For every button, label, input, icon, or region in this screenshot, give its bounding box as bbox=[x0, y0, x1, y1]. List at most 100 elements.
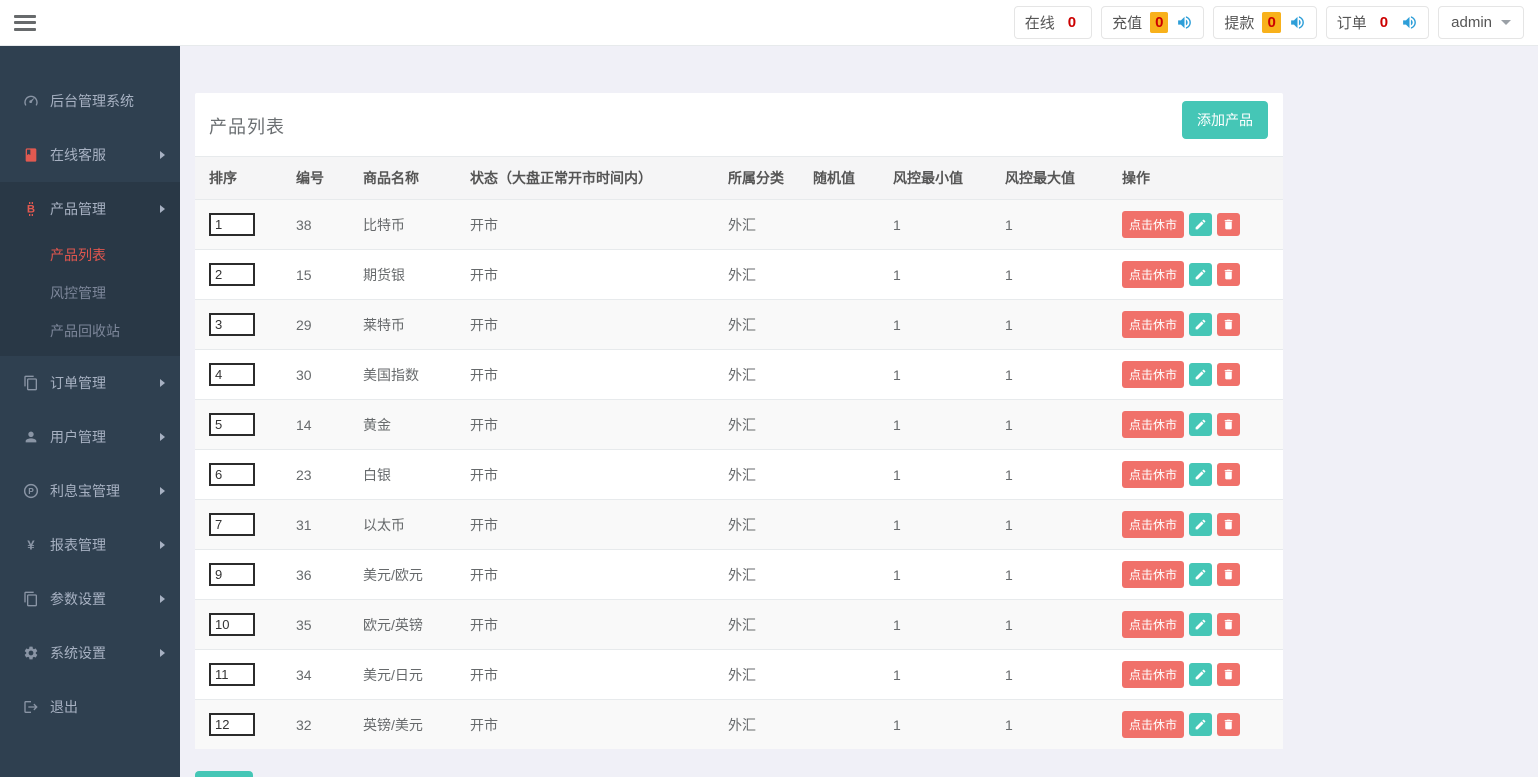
cell-risk-min: 1 bbox=[879, 199, 991, 250]
sidebar-section-interest: P 利息宝管理 bbox=[0, 464, 180, 518]
delete-button[interactable] bbox=[1217, 263, 1241, 286]
edit-button[interactable] bbox=[1189, 663, 1213, 686]
edit-button[interactable] bbox=[1189, 313, 1213, 336]
close-market-button[interactable]: 点击休市 bbox=[1122, 361, 1185, 388]
close-market-button[interactable]: 点击休市 bbox=[1122, 711, 1185, 738]
chevron-right-icon bbox=[160, 379, 165, 387]
close-market-button[interactable]: 点击休市 bbox=[1122, 411, 1185, 438]
stat-label: 订单 bbox=[1336, 15, 1367, 32]
edit-button[interactable] bbox=[1189, 513, 1213, 536]
sort-submit-button[interactable]: 排序 bbox=[195, 771, 253, 777]
volume-icon[interactable] bbox=[1289, 14, 1306, 31]
sort-input[interactable] bbox=[209, 413, 255, 436]
cell-risk-min: 1 bbox=[879, 549, 991, 600]
edit-button[interactable] bbox=[1189, 213, 1213, 236]
close-market-button[interactable]: 点击休市 bbox=[1122, 461, 1185, 488]
sidebar-subitem-product-list[interactable]: 产品列表 bbox=[0, 236, 180, 274]
dashboard-icon bbox=[22, 93, 40, 109]
cell-risk-max: 1 bbox=[991, 349, 1108, 400]
cell-random bbox=[799, 199, 879, 250]
sort-input[interactable] bbox=[209, 513, 255, 536]
delete-button[interactable] bbox=[1217, 513, 1241, 536]
sidebar-subitem-recycle-bin[interactable]: 产品回收站 bbox=[0, 312, 180, 350]
add-product-button[interactable]: 添加产品 bbox=[1182, 101, 1268, 139]
cell-name: 期货银 bbox=[349, 249, 456, 300]
sidebar-item-dashboard[interactable]: 后台管理系统 bbox=[0, 74, 180, 128]
trash-icon bbox=[1222, 568, 1235, 581]
close-market-button[interactable]: 点击休市 bbox=[1122, 611, 1185, 638]
volume-icon[interactable] bbox=[1176, 14, 1193, 31]
cell-status: 开市 bbox=[456, 549, 714, 600]
edit-button[interactable] bbox=[1189, 563, 1213, 586]
sidebar-item-reports[interactable]: ¥ 报表管理 bbox=[0, 518, 180, 572]
edit-button[interactable] bbox=[1189, 713, 1213, 736]
edit-button[interactable] bbox=[1189, 263, 1213, 286]
stat-label: 提款 bbox=[1224, 15, 1255, 32]
cell-risk-max: 1 bbox=[991, 649, 1108, 700]
cell-sort bbox=[195, 199, 282, 250]
sidebar-item-label: 报表管理 bbox=[50, 537, 106, 553]
cell-status: 开市 bbox=[456, 299, 714, 350]
sidebar-item-label: 利息宝管理 bbox=[50, 483, 120, 499]
sidebar-item-orders[interactable]: 订单管理 bbox=[0, 356, 180, 410]
sidebar-item-params[interactable]: 参数设置 bbox=[0, 572, 180, 626]
edit-button[interactable] bbox=[1189, 413, 1213, 436]
sort-input[interactable] bbox=[209, 563, 255, 586]
edit-button[interactable] bbox=[1189, 363, 1213, 386]
sidebar-item-products[interactable]: B 产品管理 bbox=[0, 182, 180, 236]
user-dropdown[interactable]: admin bbox=[1438, 6, 1524, 39]
sidebar-item-system[interactable]: 系统设置 bbox=[0, 626, 180, 680]
username: admin bbox=[1451, 14, 1492, 31]
sort-input[interactable] bbox=[209, 263, 255, 286]
volume-icon[interactable] bbox=[1401, 14, 1418, 31]
sort-input[interactable] bbox=[209, 363, 255, 386]
cell-name: 白银 bbox=[349, 449, 456, 500]
cell-status: 开市 bbox=[456, 399, 714, 450]
sidebar-section-products: B 产品管理 产品列表 风控管理 产品回收站 bbox=[0, 182, 180, 356]
cell-id: 23 bbox=[282, 449, 349, 500]
menu-toggle-icon[interactable] bbox=[14, 14, 36, 31]
sidebar-item-users[interactable]: 用户管理 bbox=[0, 410, 180, 464]
close-market-button[interactable]: 点击休市 bbox=[1122, 511, 1185, 538]
delete-button[interactable] bbox=[1217, 713, 1241, 736]
sort-input[interactable] bbox=[209, 713, 255, 736]
close-market-button[interactable]: 点击休市 bbox=[1122, 211, 1185, 238]
delete-button[interactable] bbox=[1217, 563, 1241, 586]
delete-button[interactable] bbox=[1217, 613, 1241, 636]
delete-button[interactable] bbox=[1217, 413, 1241, 436]
cell-random bbox=[799, 649, 879, 700]
sidebar-item-logout[interactable]: 退出 bbox=[0, 680, 180, 734]
cell-status: 开市 bbox=[456, 199, 714, 250]
trash-icon bbox=[1222, 718, 1235, 731]
sidebar-item-support[interactable]: 在线客服 bbox=[0, 128, 180, 182]
cell-risk-max: 1 bbox=[991, 449, 1108, 500]
delete-button[interactable] bbox=[1217, 663, 1241, 686]
sort-input[interactable] bbox=[209, 213, 255, 236]
table-row: 38比特币开市外汇 11 点击休市 bbox=[195, 199, 1283, 250]
table-row: 31以太币开市外汇 11 点击休市 bbox=[195, 499, 1283, 550]
column-header-0: 排序 bbox=[195, 157, 282, 200]
delete-button[interactable] bbox=[1217, 363, 1241, 386]
edit-button[interactable] bbox=[1189, 613, 1213, 636]
sort-input[interactable] bbox=[209, 663, 255, 686]
column-header-4: 所属分类 bbox=[714, 157, 799, 200]
delete-button[interactable] bbox=[1217, 463, 1241, 486]
close-market-button[interactable]: 点击休市 bbox=[1122, 261, 1185, 288]
page-title: 产品列表 bbox=[209, 117, 285, 137]
cell-name: 莱特币 bbox=[349, 299, 456, 350]
sidebar-menu: 后台管理系统 在线客服 B 产品管理 产品列表 风控管理 产品回收站 订单管理 用户管理 P 利息宝… bbox=[0, 74, 180, 734]
edit-button[interactable] bbox=[1189, 463, 1213, 486]
sidebar-item-interest[interactable]: P 利息宝管理 bbox=[0, 464, 180, 518]
delete-button[interactable] bbox=[1217, 213, 1241, 236]
close-market-button[interactable]: 点击休市 bbox=[1122, 561, 1185, 588]
close-market-button[interactable]: 点击休市 bbox=[1122, 661, 1185, 688]
sort-input[interactable] bbox=[209, 463, 255, 486]
delete-button[interactable] bbox=[1217, 313, 1241, 336]
sort-input[interactable] bbox=[209, 313, 255, 336]
sidebar-subitem-risk-control[interactable]: 风控管理 bbox=[0, 274, 180, 312]
cell-sort bbox=[195, 649, 282, 700]
close-market-button[interactable]: 点击休市 bbox=[1122, 311, 1185, 338]
cell-id: 31 bbox=[282, 499, 349, 550]
table-row: 36美元/欧元开市外汇 11 点击休市 bbox=[195, 549, 1283, 600]
sort-input[interactable] bbox=[209, 613, 255, 636]
